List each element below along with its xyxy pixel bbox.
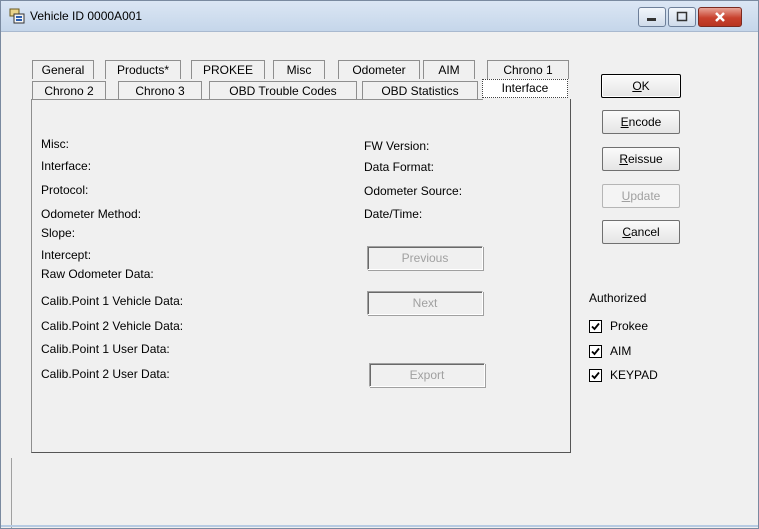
tab-odometer[interactable]: Odometer	[338, 60, 420, 79]
tab-aim-label: AIM	[438, 63, 460, 77]
tab-aim[interactable]: AIM	[423, 60, 475, 79]
ok-rest: K	[641, 79, 650, 93]
encode-button[interactable]: Encode	[602, 110, 680, 134]
window-title: Vehicle ID 0000A001	[30, 9, 143, 23]
lower-frame	[11, 458, 759, 528]
tab-chrono-3[interactable]: Chrono 3	[118, 81, 202, 100]
cancel-button[interactable]: Cancel	[602, 220, 680, 244]
export-button[interactable]: Export	[369, 363, 485, 387]
close-button[interactable]	[698, 7, 742, 27]
intercept-label: Intercept:	[41, 248, 92, 262]
next-button-label: Next	[412, 296, 438, 310]
previous-button-label: Previous	[401, 251, 449, 265]
tab-interface[interactable]: Interface	[482, 79, 568, 98]
encode-rest: ncode	[628, 115, 662, 129]
update-rest: pdate	[630, 189, 661, 203]
previous-button[interactable]: Previous	[367, 246, 483, 270]
protocol-label: Protocol:	[41, 183, 89, 197]
minimize-icon	[647, 18, 656, 21]
window-bottom-edge	[1, 525, 758, 527]
odometer-method-label: Odometer Method:	[41, 207, 142, 221]
keypad-checkbox[interactable]	[589, 369, 602, 382]
tab-prokee-label: PROKEE	[202, 63, 253, 77]
tab-chrono-1[interactable]: Chrono 1	[487, 60, 569, 79]
tab-chrono-1-label: Chrono 1	[503, 63, 553, 77]
app-icon	[9, 8, 25, 24]
check-icon	[591, 322, 600, 331]
tab-products[interactable]: Products*	[105, 60, 181, 79]
tab-chrono-2-label: Chrono 2	[44, 84, 94, 98]
update-button[interactable]: Update	[602, 184, 680, 208]
slope-label: Slope:	[41, 226, 76, 240]
reissue-button[interactable]: Reissue	[602, 147, 680, 171]
misc-label: Misc:	[41, 137, 69, 151]
tab-products-label: Products*	[116, 63, 170, 77]
cancel-rest: ancel	[630, 225, 660, 239]
tab-obd-statistics-label: OBD Statistics	[381, 84, 459, 98]
authorized-label: Authorized	[589, 291, 647, 305]
encode-mnemonic: E	[620, 115, 629, 129]
date-time-label: Date/Time:	[364, 207, 423, 221]
calib1-vehicle-label: Calib.Point 1 Vehicle Data:	[41, 294, 184, 308]
tab-obd-trouble-codes[interactable]: OBD Trouble Codes	[209, 81, 357, 100]
prokee-checkbox-label: Prokee	[610, 319, 649, 333]
calib2-user-label: Calib.Point 2 User Data:	[41, 367, 170, 381]
tab-interface-label: Interface	[501, 81, 549, 95]
prokee-checkbox[interactable]	[589, 320, 602, 333]
keypad-checkbox-label: KEYPAD	[610, 368, 658, 382]
aim-checkbox[interactable]	[589, 345, 602, 358]
calib2-vehicle-label: Calib.Point 2 Vehicle Data:	[41, 319, 184, 333]
tab-misc[interactable]: Misc	[273, 60, 325, 79]
check-icon	[591, 371, 600, 380]
fw-version-label: FW Version:	[364, 139, 430, 153]
vehicle-dialog-window: Vehicle ID 0000A001 General Products* PR…	[0, 0, 759, 529]
tab-prokee[interactable]: PROKEE	[191, 60, 265, 79]
reissue-rest: eissue	[627, 152, 663, 166]
interface-label: Interface:	[41, 159, 92, 173]
tab-chrono-2[interactable]: Chrono 2	[32, 81, 106, 100]
tab-misc-label: Misc	[286, 63, 312, 77]
next-button[interactable]: Next	[367, 291, 483, 315]
tab-obd-statistics[interactable]: OBD Statistics	[362, 81, 478, 100]
title-bar[interactable]: Vehicle ID 0000A001	[1, 1, 758, 32]
reissue-mnemonic: R	[619, 152, 628, 166]
update-mnemonic: U	[621, 189, 631, 203]
tab-general-label: General	[41, 63, 85, 77]
ok-mnemonic: O	[632, 79, 642, 93]
tab-obd-trouble-codes-label: OBD Trouble Codes	[229, 84, 337, 98]
cancel-mnemonic: C	[622, 225, 631, 239]
tab-panel-divider	[31, 99, 483, 100]
minimize-button[interactable]	[638, 7, 666, 27]
calib1-user-label: Calib.Point 1 User Data:	[41, 342, 170, 356]
ok-button[interactable]: OK	[601, 74, 681, 98]
tab-chrono-3-label: Chrono 3	[135, 84, 185, 98]
raw-odometer-data-label: Raw Odometer Data:	[41, 267, 154, 281]
odometer-source-label: Odometer Source:	[364, 184, 463, 198]
tab-odometer-label: Odometer	[352, 63, 406, 77]
maximize-button[interactable]	[668, 7, 696, 27]
check-icon	[591, 347, 600, 356]
export-button-label: Export	[409, 368, 445, 382]
close-icon	[715, 12, 725, 22]
tab-general[interactable]: General	[32, 60, 94, 79]
maximize-icon	[676, 11, 688, 22]
aim-checkbox-label: AIM	[610, 344, 632, 358]
data-format-label: Data Format:	[364, 160, 435, 174]
